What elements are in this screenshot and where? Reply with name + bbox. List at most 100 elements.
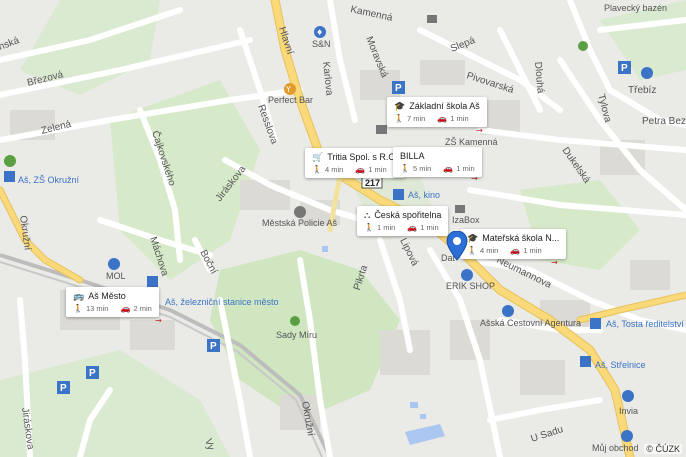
shop-icon <box>108 258 120 270</box>
card-title: Tritia Spol. s R.O. <box>327 152 398 162</box>
car-icon: 🚗 <box>120 303 131 313</box>
bar-icon: Y <box>284 83 296 95</box>
label-plavecky-bazen: Plavecký bazén <box>604 3 667 13</box>
walk-icon: 🚶 <box>467 245 477 255</box>
label-perfect-bar: Perfect Bar <box>268 95 313 105</box>
street-petra-bez: Petra Bez <box>642 116 686 127</box>
card-title: Mateřská škola N... <box>482 233 560 243</box>
parking-icon: P <box>392 81 405 94</box>
bank-network-icon: ⛬ <box>364 209 371 220</box>
label-muj-obchod: Můj obchod <box>592 443 639 453</box>
bus-icon: 🚌 <box>73 290 85 301</box>
shopping-cart-icon: 🛒 <box>312 151 324 162</box>
card-title: BILLA <box>400 151 425 161</box>
label-zs-kamenna: ZŠ Kamenná <box>445 137 498 147</box>
street-bocni: Boční <box>197 248 219 276</box>
walk-time: 4 min <box>479 246 499 255</box>
walk-time: 7 min <box>406 114 426 123</box>
label-erik-shop: ERIK SHOP <box>446 281 495 291</box>
car-time: 2 min <box>133 304 152 313</box>
car-icon: 🚗 <box>443 163 454 173</box>
label-izabox: IzaBox <box>452 215 480 225</box>
car-time: 1 min <box>450 114 469 123</box>
parking-icon: P <box>86 366 99 379</box>
copyright-notice: © ČÚZK <box>644 444 682 454</box>
svg-text:Y: Y <box>285 85 291 94</box>
svg-text:217: 217 <box>365 178 380 188</box>
street-lipova: Lipová <box>397 236 420 268</box>
label-invia: Invia <box>619 406 638 416</box>
info-card-tritia[interactable]: 🛒 Tritia Spol. s R.O. 🚶 4 min 🚗 1 min <box>305 148 405 178</box>
car-time: 1 min <box>523 246 542 255</box>
bus-stop-icon <box>393 189 404 200</box>
svg-text:P: P <box>89 368 96 379</box>
info-card-as-mesto[interactable]: 🚌 Aš Město 🚶 13 min 🚗 2 min <box>66 287 159 317</box>
svg-text:P: P <box>395 83 402 94</box>
accessibility-icon <box>641 67 653 79</box>
walk-time: 5 min <box>412 164 432 173</box>
tree-icon <box>290 316 300 326</box>
walk-time: 1 min <box>376 223 396 232</box>
parking-icon: P <box>207 339 220 352</box>
walk-time: 13 min <box>85 304 109 313</box>
playground-icon <box>4 155 16 167</box>
car-time: 1 min <box>456 164 475 173</box>
shop-icon <box>621 430 633 442</box>
label-sn: S&N <box>312 39 331 49</box>
tree-icon <box>578 41 588 51</box>
car-time: 1 min <box>420 223 439 232</box>
street-kamenna: Kamenná <box>349 4 394 24</box>
info-card-billa[interactable]: BILLA 🚶 5 min 🚗 1 min <box>393 147 482 177</box>
parking-icon: P <box>57 381 70 394</box>
svg-text:♦: ♦ <box>316 28 323 37</box>
svg-text:P: P <box>210 341 217 352</box>
map-canvas[interactable]: Hlavní Kamenná Moravská Slepá Pivovarská… <box>0 0 686 457</box>
label-as-zs-okruzni: Aš, ZŠ Okružní <box>18 175 80 185</box>
car-icon: 🚗 <box>355 164 366 174</box>
svg-text:P: P <box>60 383 67 394</box>
street-karlova: Karlova <box>320 61 335 96</box>
label-as-strelnice: Aš, Střelnice <box>595 360 646 370</box>
school-icon <box>376 125 387 134</box>
label-as-zeleznicni: Aš, železniční stanice město <box>165 297 279 307</box>
car-time: 1 min <box>368 165 387 174</box>
mail-icon <box>427 15 437 23</box>
label-as-kino: Aš, kino <box>408 190 440 200</box>
street-okruzni-w: Okružní <box>17 215 33 251</box>
label-asska-cestovni: Ašská Cestovní Agentura <box>480 318 581 328</box>
card-title: Česká spořitelna <box>374 210 442 220</box>
shop-icon <box>461 269 473 281</box>
card-title: Aš Město <box>88 291 126 301</box>
mail-icon <box>455 205 465 213</box>
walk-icon: 🚶 <box>312 164 322 174</box>
bus-stop-icon <box>580 356 591 367</box>
walk-icon: 🚶 <box>73 303 83 313</box>
walk-icon: 🚶 <box>364 222 374 232</box>
walk-icon: 🚶 <box>394 113 404 123</box>
parking-icon: P <box>618 61 631 74</box>
walk-icon: 🚶 <box>400 163 410 173</box>
school-icon: 🎓 <box>394 100 406 111</box>
car-icon: 🚗 <box>510 245 521 255</box>
shop-icon <box>502 305 514 317</box>
info-card-materska-skola[interactable]: 🎓 Mateřská škola N... 🚶 4 min 🚗 1 min <box>460 229 567 259</box>
bus-stop-icon <box>147 276 158 287</box>
location-pin-icon[interactable] <box>446 231 468 261</box>
bus-stop-icon <box>4 171 15 182</box>
street-trebiz: Třebíz <box>628 85 656 96</box>
school-icon: 🎓 <box>467 232 479 243</box>
info-card-zakladni-skola[interactable]: 🎓 Základní škola Aš 🚶 7 min 🚗 1 min <box>387 97 487 127</box>
police-icon <box>294 206 306 218</box>
label-mol: MOL <box>106 271 126 281</box>
street-resslova: Resslova <box>255 103 280 146</box>
street-u-sadu: U Sadu <box>530 424 565 445</box>
street-dukelska: Dukelská <box>560 145 593 185</box>
svg-text:P: P <box>621 63 628 74</box>
car-icon: 🚗 <box>437 113 448 123</box>
label-mestska-policie: Městská Policie Aš <box>262 218 338 228</box>
label-as-tosta: Aš, Tosta ředitelství <box>606 319 684 329</box>
info-card-ceska-sporitelna[interactable]: ⛬ Česká spořitelna 🚶 1 min 🚗 1 min <box>357 206 449 236</box>
sn-shop-icon: ♦ <box>314 26 326 38</box>
label-sady-miru: Sady Míru <box>276 330 317 340</box>
bus-stop-icon <box>590 318 601 329</box>
